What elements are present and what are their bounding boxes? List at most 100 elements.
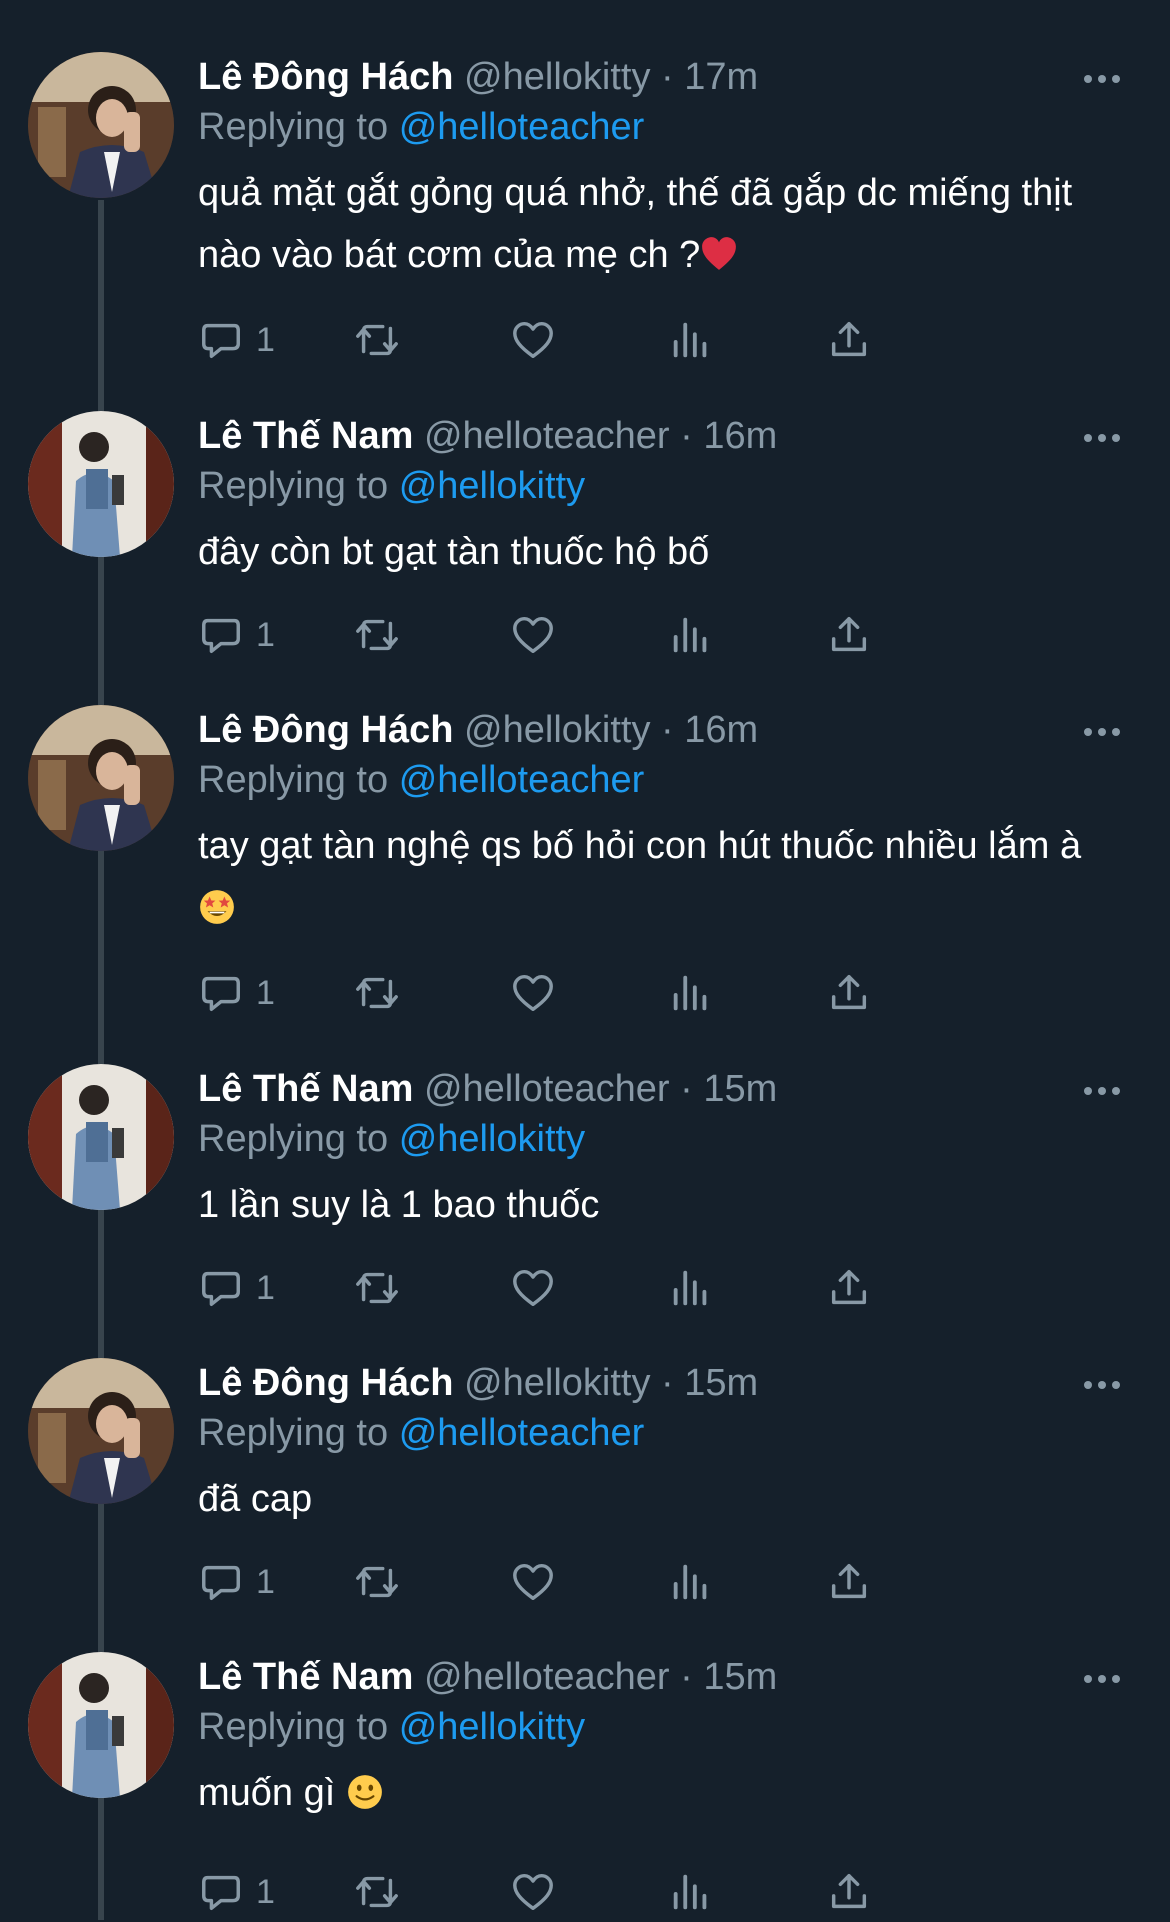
- display-name[interactable]: Lê Thế Nam: [198, 415, 413, 457]
- view-analytics-button[interactable]: [668, 310, 714, 370]
- view-analytics-button[interactable]: [668, 1552, 714, 1612]
- tweet-text-content: quả mặt gắt gỏng quá nhở, thế đã gắp dc …: [198, 172, 1083, 276]
- analytics-icon: [673, 617, 707, 653]
- avatar-photo-donghach: [28, 705, 174, 851]
- replying-to-line: Replying to @helloteacher: [198, 755, 1098, 805]
- reply-mention-link[interactable]: @helloteacher: [399, 759, 645, 801]
- tweet-timestamp[interactable]: 17m: [684, 56, 758, 98]
- reply-button[interactable]: 1: [198, 1552, 275, 1612]
- reply-button[interactable]: 1: [198, 1862, 275, 1922]
- retweet-icon: [356, 1566, 398, 1598]
- avatar[interactable]: [28, 705, 174, 851]
- tweet-content: Lê Đông Hách @hellokitty · 16m Replying …: [198, 705, 1098, 939]
- user-handle[interactable]: @hellokitty: [464, 709, 650, 751]
- retweet-icon: [356, 977, 398, 1009]
- retweet-button[interactable]: [352, 310, 402, 370]
- tweet-text-content: đây còn bt gạt tàn thuốc hộ bố: [198, 531, 710, 573]
- reply-icon: [202, 1875, 240, 1911]
- view-analytics-button[interactable]: [668, 1258, 714, 1318]
- display-name[interactable]: Lê Đông Hách: [198, 709, 453, 751]
- reply-mention-link[interactable]: @hellokitty: [399, 1118, 585, 1160]
- tweet-timestamp[interactable]: 15m: [703, 1656, 777, 1698]
- analytics-icon: [673, 975, 707, 1011]
- more-options-button[interactable]: [1074, 1360, 1130, 1410]
- user-handle[interactable]: @helloteacher: [424, 1068, 670, 1110]
- like-button[interactable]: [510, 1258, 556, 1318]
- like-button[interactable]: [510, 963, 556, 1023]
- share-button[interactable]: [826, 1552, 872, 1612]
- retweet-button[interactable]: [352, 1552, 402, 1612]
- display-name[interactable]: Lê Thế Nam: [198, 1068, 413, 1110]
- replying-to-label: Replying to: [198, 1412, 389, 1454]
- avatar[interactable]: [28, 1358, 174, 1504]
- tweet-content: Lê Thế Nam @helloteacher · 16m Replying …: [198, 411, 1098, 583]
- share-button[interactable]: [826, 1862, 872, 1922]
- reply-button[interactable]: 1: [198, 1258, 275, 1318]
- display-name[interactable]: Lê Thế Nam: [198, 1656, 413, 1698]
- tweet-content: Lê Đông Hách @hellokitty · 17m Replying …: [198, 52, 1098, 286]
- heart-icon: [513, 321, 553, 359]
- analytics-icon: [673, 322, 707, 358]
- like-button[interactable]: [510, 310, 556, 370]
- more-options-button[interactable]: [1074, 1654, 1130, 1704]
- retweet-icon: [356, 619, 398, 651]
- like-button[interactable]: [510, 1552, 556, 1612]
- reply-mention-link[interactable]: @helloteacher: [399, 106, 645, 148]
- user-handle[interactable]: @hellokitty: [464, 1362, 650, 1404]
- reply-count: 1: [256, 973, 275, 1012]
- tweet-timestamp[interactable]: 15m: [703, 1068, 777, 1110]
- reply-count: 1: [256, 320, 275, 359]
- user-handle[interactable]: @helloteacher: [424, 415, 670, 457]
- avatar[interactable]: [28, 1064, 174, 1210]
- more-options-button[interactable]: [1074, 707, 1130, 757]
- reply-mention-link[interactable]: @hellokitty: [399, 465, 585, 507]
- more-options-button[interactable]: [1074, 413, 1130, 463]
- more-dots-icon: [1084, 728, 1120, 736]
- tweet-text: quả mặt gắt gỏng quá nhở, thế đã gắp dc …: [198, 162, 1098, 286]
- more-options-button[interactable]: [1074, 54, 1130, 104]
- display-name[interactable]: Lê Đông Hách: [198, 56, 453, 98]
- like-button[interactable]: [510, 605, 556, 665]
- more-dots-icon: [1084, 1675, 1120, 1683]
- reply-button[interactable]: 1: [198, 605, 275, 665]
- retweet-button[interactable]: [352, 963, 402, 1023]
- share-button[interactable]: [826, 1258, 872, 1318]
- reply-mention-link[interactable]: @hellokitty: [399, 1706, 585, 1748]
- like-button[interactable]: [510, 1862, 556, 1922]
- user-handle[interactable]: @hellokitty: [464, 56, 650, 98]
- avatar[interactable]: [28, 411, 174, 557]
- retweet-button[interactable]: [352, 605, 402, 665]
- separator-dot: ·: [661, 1362, 674, 1404]
- tweet-header: Lê Đông Hách @hellokitty · 16m: [198, 705, 1098, 755]
- share-icon: [831, 321, 867, 357]
- share-button[interactable]: [826, 310, 872, 370]
- display-name[interactable]: Lê Đông Hách: [198, 1362, 453, 1404]
- reply-mention-link[interactable]: @helloteacher: [399, 1412, 645, 1454]
- share-button[interactable]: [826, 963, 872, 1023]
- avatar[interactable]: [28, 1652, 174, 1798]
- view-analytics-button[interactable]: [668, 605, 714, 665]
- retweet-button[interactable]: [352, 1258, 402, 1318]
- reply-button[interactable]: 1: [198, 310, 275, 370]
- replying-to-label: Replying to: [198, 759, 389, 801]
- tweet-timestamp[interactable]: 15m: [684, 1362, 758, 1404]
- tweet-actions: 1: [198, 605, 1018, 665]
- tweet-actions: 1: [198, 1862, 1018, 1922]
- tweet-timestamp[interactable]: 16m: [684, 709, 758, 751]
- reply-button[interactable]: 1: [198, 963, 275, 1023]
- tweet-text: 1 lần suy là 1 bao thuốc: [198, 1174, 1098, 1236]
- view-analytics-button[interactable]: [668, 963, 714, 1023]
- retweet-button[interactable]: [352, 1862, 402, 1922]
- tweet-header: Lê Thế Nam @helloteacher · 16m: [198, 411, 1098, 461]
- heart-icon: [513, 974, 553, 1012]
- more-options-button[interactable]: [1074, 1066, 1130, 1116]
- share-icon: [831, 1269, 867, 1305]
- view-analytics-button[interactable]: [668, 1862, 714, 1922]
- replying-to-line: Replying to @hellokitty: [198, 461, 1098, 511]
- avatar[interactable]: [28, 52, 174, 198]
- heart-icon: [513, 1563, 553, 1601]
- user-handle[interactable]: @helloteacher: [424, 1656, 670, 1698]
- share-button[interactable]: [826, 605, 872, 665]
- tweet-timestamp[interactable]: 16m: [703, 415, 777, 457]
- reply-count: 1: [256, 1872, 275, 1911]
